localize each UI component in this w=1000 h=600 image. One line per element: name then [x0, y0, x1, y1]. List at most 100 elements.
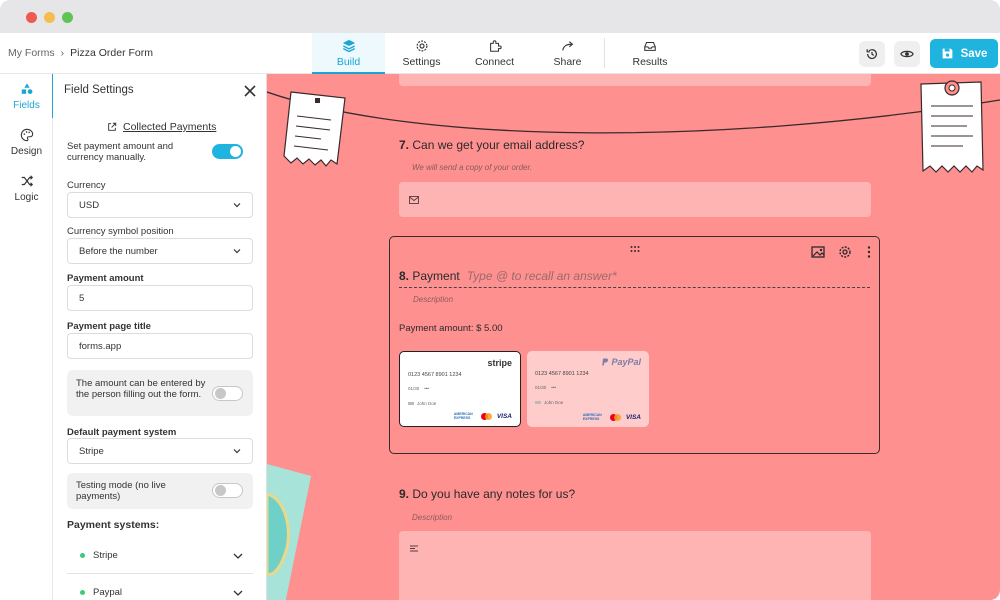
person-amount-label: The amount can be entered by the person …	[76, 378, 206, 400]
close-icon[interactable]	[243, 84, 257, 98]
shuffle-icon	[21, 174, 33, 187]
panel-title: Field Settings	[64, 84, 134, 96]
palette-icon	[20, 128, 33, 141]
minimize-window-button[interactable]	[44, 12, 55, 23]
external-link-icon	[108, 122, 117, 131]
eye-icon	[900, 50, 914, 58]
q9-title-text: Do you have any notes for us?	[412, 487, 576, 501]
default-system-select[interactable]: Stripe	[67, 438, 253, 464]
payment-systems-label: Payment systems:	[67, 519, 160, 531]
stripe-card-option[interactable]: stripe 0123 4567 8901 1234 01/30 ••• Joh…	[399, 351, 521, 427]
card-expiry-value: 01/30	[408, 386, 420, 391]
field-settings-panel: Field Settings Collected Payments Set pa…	[53, 74, 267, 600]
testing-mode-row: Testing mode (no live payments)	[67, 473, 253, 509]
q7-description: We will send a copy of your order.	[412, 163, 533, 172]
history-button[interactable]	[859, 41, 885, 67]
q7-email-input[interactable]	[399, 182, 871, 217]
plate-decoration	[267, 464, 311, 600]
breadcrumb-separator: ›	[60, 47, 65, 59]
collected-payments-link[interactable]: Collected Payments	[107, 121, 216, 133]
image-icon[interactable]	[811, 245, 825, 259]
person-amount-toggle[interactable]	[212, 386, 243, 401]
tab-settings[interactable]: Settings	[385, 33, 458, 74]
paypal-brand: PayPal	[602, 357, 641, 367]
rail-design[interactable]: Design	[0, 120, 53, 164]
symbol-position-select[interactable]: Before the number	[67, 238, 253, 264]
puzzle-icon	[489, 40, 502, 52]
card-cvc: •••	[424, 386, 430, 391]
close-window-button[interactable]	[26, 12, 37, 23]
symbol-position-label: Currency symbol position	[67, 226, 174, 237]
payment-page-title-input[interactable]: forms.app	[67, 333, 253, 359]
app-window: My Forms › Pizza Order Form Build Settin…	[0, 0, 1000, 600]
preview-button[interactable]	[894, 41, 920, 67]
drag-handle-icon[interactable]	[630, 245, 640, 253]
payment-system-stripe-label: Stripe	[93, 550, 118, 561]
tab-build-label: Build	[336, 56, 361, 68]
caret-down-icon	[233, 449, 241, 454]
payment-amount-input[interactable]: 5	[67, 285, 253, 311]
shapes-icon	[21, 82, 32, 94]
collected-payments-label: Collected Payments	[123, 121, 217, 133]
chevron-down-icon	[233, 590, 243, 596]
payment-page-title-label: Payment page title	[67, 321, 151, 332]
maximize-window-button[interactable]	[62, 12, 73, 23]
gear-icon[interactable]	[838, 245, 852, 259]
title-bar	[0, 0, 1000, 33]
q8-description[interactable]: Description	[413, 295, 453, 304]
q8-payment-amount: Payment amount: $ 5.00	[399, 323, 503, 334]
card-logos: AMERICAN EXPRESS VISA	[454, 412, 512, 420]
breadcrumb-my-forms[interactable]: My Forms	[8, 47, 55, 59]
stripe-brand: stripe	[487, 358, 512, 368]
mastercard-logo	[480, 412, 492, 420]
payment-system-paypal-label: Paypal	[93, 587, 123, 598]
card-holder: John Doe	[417, 401, 437, 406]
chevron-down-icon	[233, 553, 243, 559]
save-icon	[942, 48, 952, 59]
paypal-card-option[interactable]: PayPal 0123 4567 8901 1234 01/30 ••• Joh…	[527, 351, 649, 427]
active-status-dot	[80, 553, 85, 558]
breadcrumb: My Forms › Pizza Order Form	[8, 47, 153, 59]
tab-connect[interactable]: Connect	[458, 33, 531, 74]
rail-logic[interactable]: Logic	[0, 166, 53, 210]
receipt-right-decoration	[920, 80, 984, 173]
stack-icon	[342, 39, 355, 53]
q8-recall-placeholder: Type @ to recall an answer*	[466, 269, 617, 283]
tab-share[interactable]: Share	[531, 33, 604, 74]
caret-down-icon	[233, 249, 241, 254]
payment-amount-value: 5	[79, 292, 85, 304]
tab-results-label: Results	[632, 56, 668, 68]
title-underline	[399, 287, 870, 288]
q8-number: 8.	[399, 269, 410, 283]
more-vertical-icon[interactable]	[862, 245, 876, 259]
payment-amount-label: Payment amount	[67, 273, 144, 284]
tab-results[interactable]: Results	[605, 33, 695, 74]
visa-logo: VISA	[496, 412, 512, 420]
caret-down-icon	[233, 203, 241, 208]
payment-field-card[interactable]: 8. Payment Type @ to recall an answer* De…	[389, 236, 880, 454]
payment-system-paypal[interactable]: Paypal	[67, 575, 253, 600]
hanging-string-decoration	[267, 91, 1000, 134]
q7-title: 7. Can we get your email address?	[399, 138, 584, 152]
previous-field-input[interactable]	[399, 74, 871, 86]
q9-notes-textarea[interactable]	[399, 531, 871, 600]
rail-fields[interactable]: Fields	[0, 74, 54, 118]
visa-logo: VISA	[625, 413, 641, 421]
form-canvas: 7. Can we get your email address? We wil…	[267, 74, 1000, 600]
q9-number: 9.	[399, 487, 410, 501]
manual-amount-toggle[interactable]	[212, 144, 243, 159]
q8-title-text: Payment	[412, 269, 460, 283]
paypal-brand-label: PayPal	[611, 357, 641, 367]
tab-build[interactable]: Build	[312, 33, 385, 74]
currency-select[interactable]: USD	[67, 192, 253, 218]
main-tabs: Build Settings Connect Share Results	[312, 33, 695, 74]
save-button-label: Save	[960, 47, 988, 60]
testing-mode-toggle[interactable]	[212, 483, 243, 498]
payment-system-stripe[interactable]: Stripe	[67, 538, 253, 574]
q8-title[interactable]: 8. Payment Type @ to recall an answer*	[399, 269, 617, 283]
top-navigation: My Forms › Pizza Order Form Build Settin…	[0, 33, 1000, 74]
card-logos: AMERICAN EXPRESS VISA	[583, 413, 641, 421]
save-button[interactable]: Save	[930, 39, 998, 68]
breadcrumb-current: Pizza Order Form	[70, 47, 154, 59]
card-holder: John Doe	[544, 400, 564, 405]
